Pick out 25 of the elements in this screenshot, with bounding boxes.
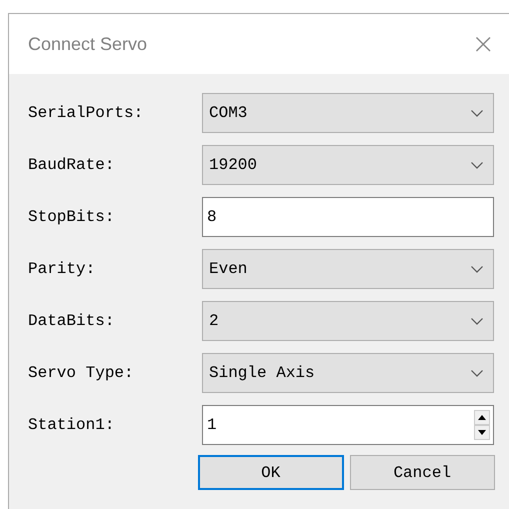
field-label: SerialPorts: <box>28 104 144 122</box>
field-label: Station1: <box>28 416 116 434</box>
dropdown[interactable]: COM3 <box>202 93 494 133</box>
chevron-down-icon <box>471 318 483 324</box>
field-label: StopBits: <box>28 208 116 226</box>
dropdown[interactable]: Even <box>202 249 494 289</box>
field-label: Servo Type: <box>28 364 135 382</box>
chevron-down-icon <box>471 110 483 116</box>
chevron-down-icon <box>471 370 483 376</box>
window-title: Connect Servo <box>28 34 148 54</box>
input-field[interactable]: 8 <box>202 197 494 237</box>
dropdown[interactable]: 2 <box>202 301 494 341</box>
field-label: DataBits: <box>28 312 116 330</box>
field-label: BaudRate: <box>28 156 116 174</box>
chevron-down-icon <box>471 266 483 272</box>
dropdown[interactable]: Single Axis <box>202 353 494 393</box>
chevron-down-icon <box>471 162 483 168</box>
dropdown[interactable]: 19200 <box>202 145 494 185</box>
close-button[interactable]: × <box>472 30 495 58</box>
dialog-button[interactable]: Cancel <box>350 455 495 490</box>
spin-up-icon[interactable] <box>474 410 490 425</box>
dialog-button[interactable]: OK <box>198 455 344 490</box>
field-label: Parity: <box>28 260 96 278</box>
spin-down-icon[interactable] <box>474 425 490 440</box>
spin-field[interactable]: 1 <box>202 405 494 445</box>
